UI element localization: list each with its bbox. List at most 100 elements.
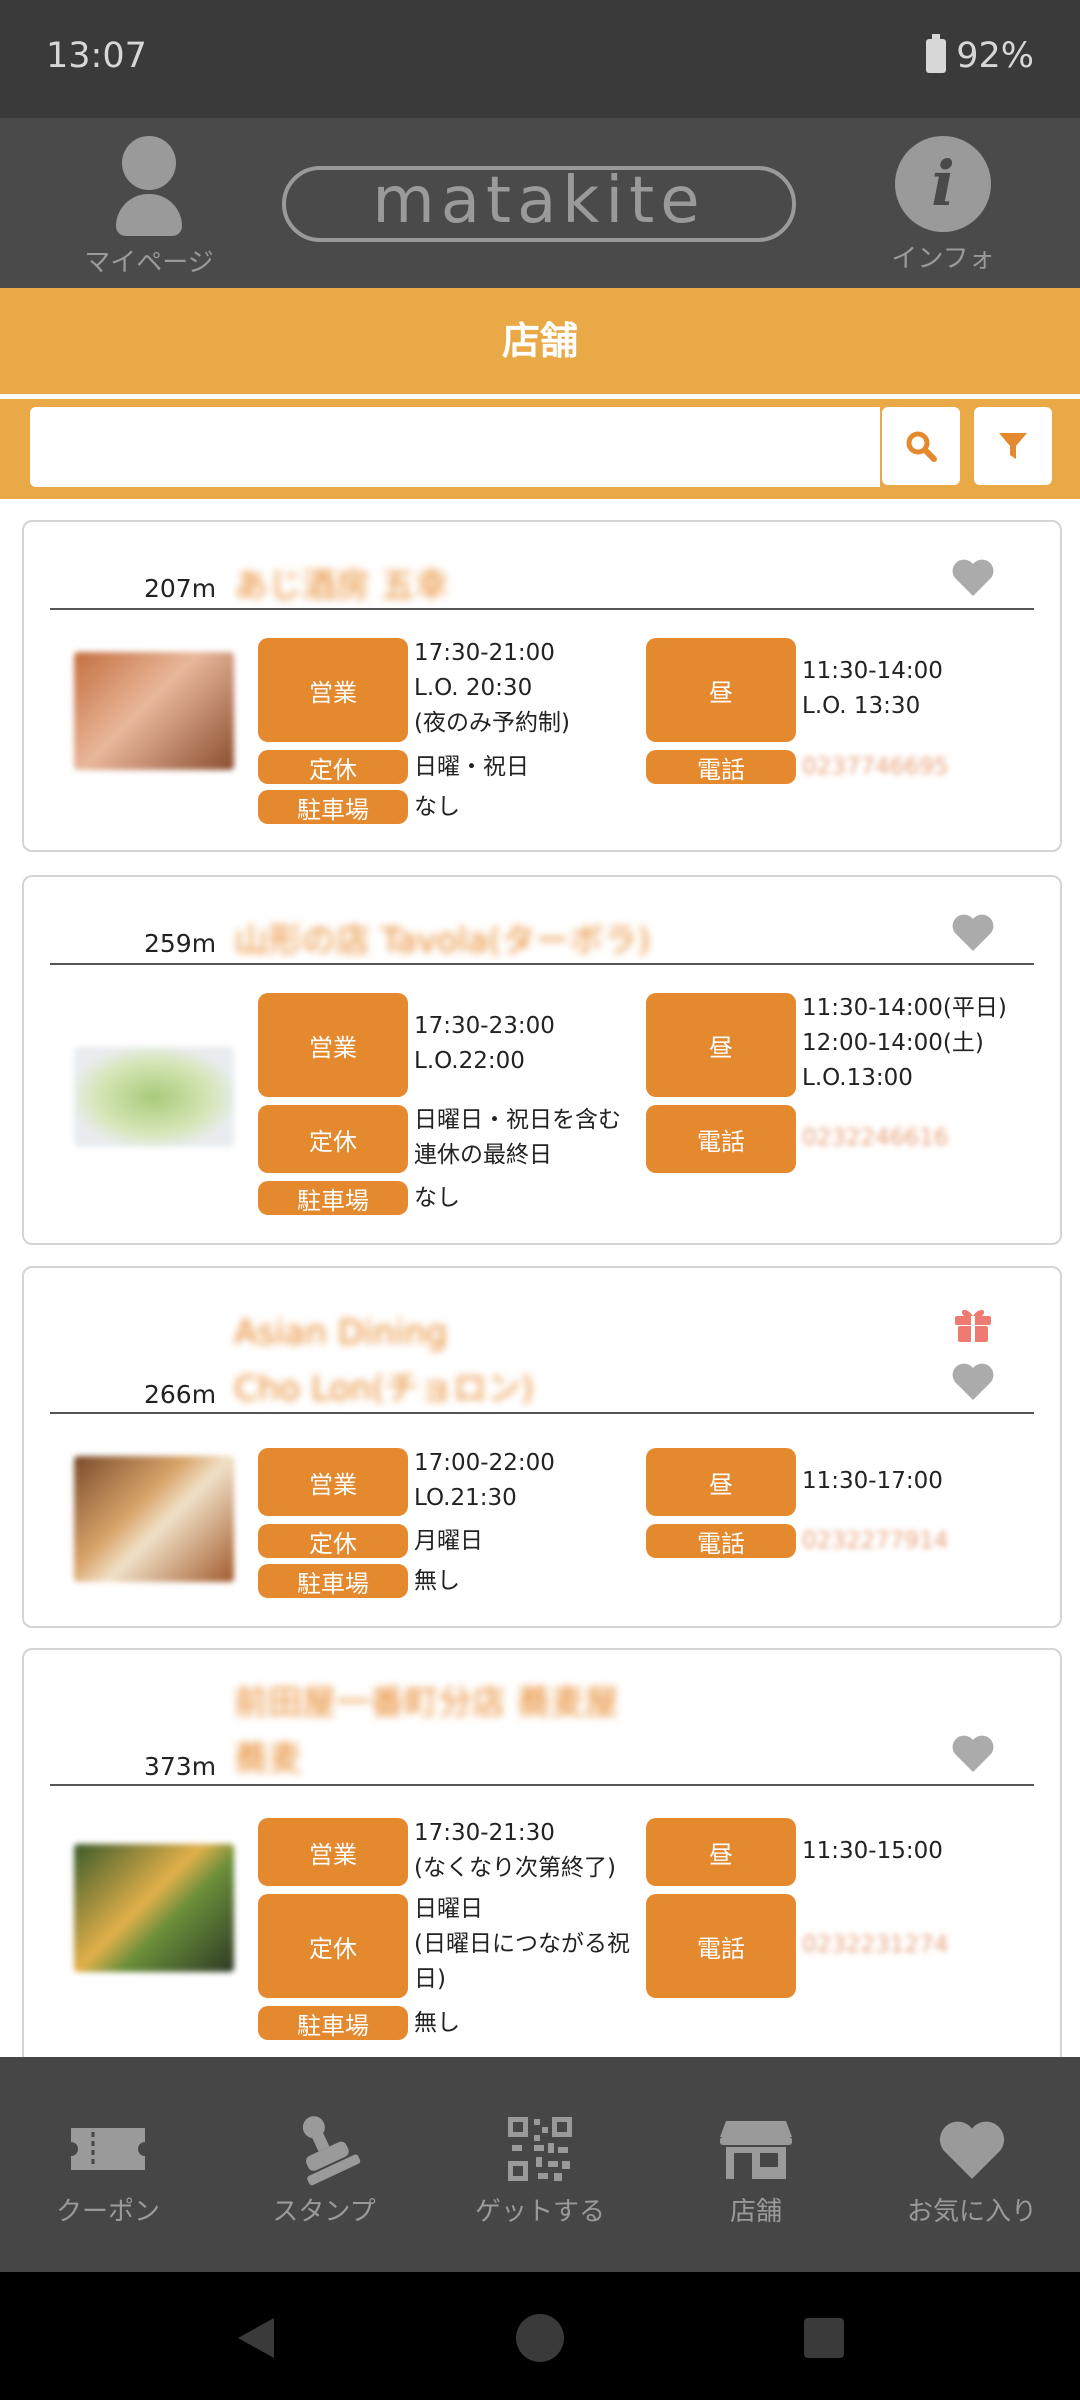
mypage-label: マイページ — [84, 248, 214, 278]
hours-tag: 営業 — [258, 993, 408, 1097]
tab-stamp[interactable]: スタンプ — [216, 2113, 432, 2228]
hours-value: 17:30-21:30 (なくなり次第終了) — [414, 1820, 616, 1881]
store-photo[interactable] — [74, 652, 234, 770]
divider — [50, 608, 1034, 610]
phone-tag: 電話 — [646, 1105, 796, 1173]
closed-value: 月曜日 — [414, 1528, 483, 1554]
back-icon[interactable] — [234, 2316, 276, 2360]
store-card[interactable]: 山形の店 Tavola(ターボラ) 259m 営業 17:30-23:00 L.… — [22, 875, 1062, 1245]
info-icon: i — [895, 136, 991, 232]
lunch-tag: 昼 — [646, 638, 796, 742]
lunch-tag: 昼 — [646, 1818, 796, 1886]
store-card[interactable]: Asian Dining Cho Lon(チョロン) 266m 営業 17:00… — [22, 1266, 1062, 1628]
info-button[interactable]: i インフォ — [848, 136, 1038, 275]
phone-value[interactable]: 0232231274 — [802, 1928, 948, 1963]
hours-value: 17:30-21:00 L.O. 20:30 (夜のみ予約制) — [414, 640, 570, 736]
divider — [50, 1412, 1034, 1414]
home-icon[interactable] — [516, 2314, 564, 2362]
tab-store[interactable]: 店舗 — [648, 2113, 864, 2228]
closed-value: 日曜日・祝日を含む 連休の最終日 — [414, 1107, 621, 1168]
battery-level: 92% — [956, 36, 1034, 76]
hours-value: 17:00-22:00 LO.21:30 — [414, 1450, 555, 1511]
tab-label: ゲットする — [474, 2197, 605, 2227]
lunch-value: 11:30-14:00 L.O. 13:30 — [802, 658, 943, 719]
filter-button[interactable] — [974, 407, 1052, 485]
app-header: マイページ matakite i インフォ — [0, 118, 1080, 288]
store-distance: 259m — [144, 929, 217, 958]
phone-tag: 電話 — [646, 1894, 796, 1998]
qr-icon — [432, 2113, 648, 2185]
search-input[interactable] — [30, 407, 880, 487]
parking-tag: 駐車場 — [258, 2006, 408, 2040]
store-name-line2[interactable]: 蕎麦 — [234, 1730, 302, 1788]
store-list[interactable]: あじ酒房 五幸 207m 営業 17:30-21:00 L.O. 20:30 (… — [0, 500, 1080, 2057]
filter-icon — [999, 433, 1027, 459]
gift-icon[interactable] — [952, 1304, 994, 1344]
store-distance: 266m — [144, 1380, 217, 1409]
lunch-value: 11:30-17:00 — [802, 1468, 943, 1494]
parking-tag: 駐車場 — [258, 790, 408, 824]
parking-value: なし — [414, 1185, 460, 1211]
store-name[interactable]: 前田屋一番町分店 蕎麦屋 — [234, 1674, 619, 1732]
page-title-bar: 店舗 — [0, 288, 1080, 399]
coupon-icon — [0, 2113, 216, 2185]
store-card[interactable]: あじ酒房 五幸 207m 営業 17:30-21:00 L.O. 20:30 (… — [22, 520, 1062, 852]
closed-value: 日曜・祝日 — [414, 754, 529, 780]
phone-value[interactable]: 0232277914 — [802, 1524, 948, 1559]
search-bar — [0, 399, 1080, 499]
divider — [50, 963, 1034, 965]
lunch-tag: 昼 — [646, 993, 796, 1097]
tab-get[interactable]: ゲットする — [432, 2113, 648, 2228]
recents-icon[interactable] — [804, 2318, 844, 2358]
hours-value: 17:30-23:00 L.O.22:00 — [414, 1013, 555, 1074]
closed-tag: 定休 — [258, 1105, 408, 1173]
heart-icon — [864, 2113, 1080, 2185]
person-icon — [122, 136, 176, 190]
heart-icon[interactable] — [950, 911, 996, 953]
parking-value: 無し — [414, 1568, 460, 1594]
search-button[interactable] — [882, 407, 960, 485]
tab-label: お気に入り — [906, 2197, 1037, 2227]
parking-value: なし — [414, 794, 460, 820]
phone-tag: 電話 — [646, 750, 796, 784]
info-label: インフォ — [891, 244, 995, 274]
page-title: 店舗 — [501, 319, 578, 363]
tab-coupon[interactable]: クーポン — [0, 2113, 216, 2228]
closed-tag: 定休 — [258, 750, 408, 784]
phone-value[interactable]: 0237746695 — [802, 750, 948, 785]
bottom-tab-bar: クーポン スタンプ ゲットする 店舗 お気に入り — [0, 2057, 1080, 2272]
store-name[interactable]: 山形の店 Tavola(ターボラ) — [234, 912, 651, 970]
store-card[interactable]: 前田屋一番町分店 蕎麦屋 蕎麦 373m 営業 17:30-21:30 (なくな… — [22, 1648, 1062, 2057]
app-logo: matakite — [282, 158, 796, 250]
closed-tag: 定休 — [258, 1524, 408, 1558]
parking-tag: 駐車場 — [258, 1564, 408, 1598]
heart-icon[interactable] — [950, 1732, 996, 1774]
lunch-value: 11:30-14:00(平日) 12:00-14:00(土) L.O.13:00 — [802, 995, 1007, 1091]
status-bar: 13:07 92% — [0, 0, 1080, 118]
battery-icon — [926, 34, 947, 73]
battery-indicator: 92% — [926, 34, 1034, 76]
lunch-value: 11:30-15:00 — [802, 1838, 943, 1864]
store-name-line2[interactable]: Cho Lon(チョロン) — [234, 1360, 534, 1418]
store-distance: 373m — [144, 1752, 217, 1781]
parking-value: 無し — [414, 2010, 460, 2036]
store-name[interactable]: Asian Dining — [234, 1304, 447, 1362]
store-icon — [648, 2113, 864, 2185]
hours-tag: 営業 — [258, 1448, 408, 1516]
heart-icon[interactable] — [950, 1360, 996, 1402]
store-photo[interactable] — [74, 1844, 234, 1972]
store-photo[interactable] — [74, 1047, 234, 1147]
lunch-tag: 昼 — [646, 1448, 796, 1516]
divider — [50, 1784, 1034, 1786]
status-time: 13:07 — [46, 36, 147, 76]
store-photo[interactable] — [74, 1456, 234, 1582]
heart-icon[interactable] — [950, 556, 996, 598]
tab-favorites[interactable]: お気に入り — [864, 2113, 1080, 2228]
phone-value[interactable]: 0232246616 — [802, 1121, 948, 1156]
closed-tag: 定休 — [258, 1894, 408, 1998]
hours-tag: 営業 — [258, 638, 408, 742]
hours-tag: 営業 — [258, 1818, 408, 1886]
mypage-button[interactable]: マイページ — [54, 136, 244, 279]
store-name[interactable]: あじ酒房 五幸 — [234, 557, 449, 615]
stamp-icon — [216, 2113, 432, 2186]
